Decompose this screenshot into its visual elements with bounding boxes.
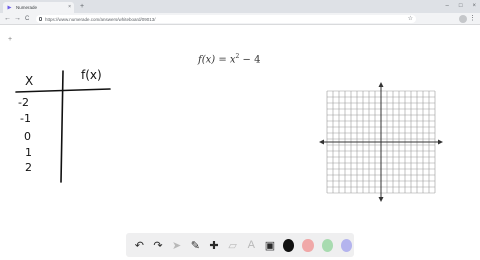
table-x-value: -2 — [18, 96, 29, 109]
undo-icon[interactable]: ↶ — [132, 237, 147, 254]
color-swatch-2[interactable] — [302, 238, 314, 252]
tab-title: Numerade — [16, 5, 38, 10]
profile-avatar[interactable] — [459, 15, 467, 23]
table-x-value: 2 — [25, 161, 32, 174]
y-axis-bottom-arrow — [378, 197, 384, 202]
tab-bar: Numerade × + – □ × — [0, 0, 480, 13]
url-text: https://www.numerade.com/answers/whitebo… — [45, 16, 156, 22]
window-controls: – □ × — [446, 1, 476, 11]
tab-numerade[interactable]: Numerade × — [3, 2, 74, 13]
color-swatch-1[interactable] — [283, 238, 295, 252]
forward-button[interactable]: → — [14, 14, 21, 24]
image-icon[interactable]: ▣ — [263, 237, 278, 254]
pointer-icon[interactable]: ➤ — [169, 237, 184, 254]
x-axis-right-arrow — [438, 139, 443, 145]
table-x-value: 1 — [25, 146, 32, 159]
pen-icon[interactable]: ✎ — [188, 237, 203, 254]
tool-palette: ↶ ↷ ➤ ✎ ✚ ▱ A ▣ — [126, 233, 354, 257]
address-bar[interactable]: https://www.numerade.com/answers/whitebo… — [36, 15, 416, 23]
canvas-drawing — [15, 70, 443, 202]
redo-icon[interactable]: ↷ — [151, 237, 166, 254]
table-x-value: 0 — [24, 130, 31, 143]
text-icon[interactable]: A — [244, 237, 259, 254]
x-axis-left-arrow — [319, 139, 324, 145]
table-x-value: -1 — [20, 112, 31, 125]
maximize-button[interactable]: □ — [459, 1, 463, 11]
eraser-icon[interactable]: ▱ — [225, 237, 240, 254]
table-vertical-line — [60, 70, 64, 183]
lock-icon — [39, 17, 42, 21]
whiteboard-canvas[interactable]: + f(x) = x2 − 4 X f(x) -2 -1 0 1 2 ↶ ↷ ➤ ✎ ✚… — [0, 26, 480, 260]
tab-close-icon[interactable]: × — [68, 4, 71, 10]
add-icon[interactable]: ✚ — [207, 237, 222, 254]
back-button[interactable]: ← — [4, 14, 11, 24]
new-tab-button[interactable]: + — [80, 2, 84, 11]
table-header-fx: f(x) — [81, 68, 102, 82]
browser-menu-icon[interactable]: ⋮ — [469, 14, 476, 24]
minimize-button[interactable]: – — [446, 1, 449, 11]
browser-toolbar: ← → C https://www.numerade.com/answers/w… — [0, 13, 480, 25]
color-swatch-4[interactable] — [340, 238, 353, 252]
color-swatch-3[interactable] — [321, 238, 333, 252]
y-axis-top-arrow — [378, 82, 384, 87]
table-header-x: X — [25, 74, 34, 88]
close-window-button[interactable]: × — [472, 1, 476, 11]
reload-button[interactable]: C — [25, 14, 29, 24]
bookmark-star-icon[interactable]: ☆ — [408, 15, 413, 23]
numerade-favicon-icon — [7, 5, 12, 10]
